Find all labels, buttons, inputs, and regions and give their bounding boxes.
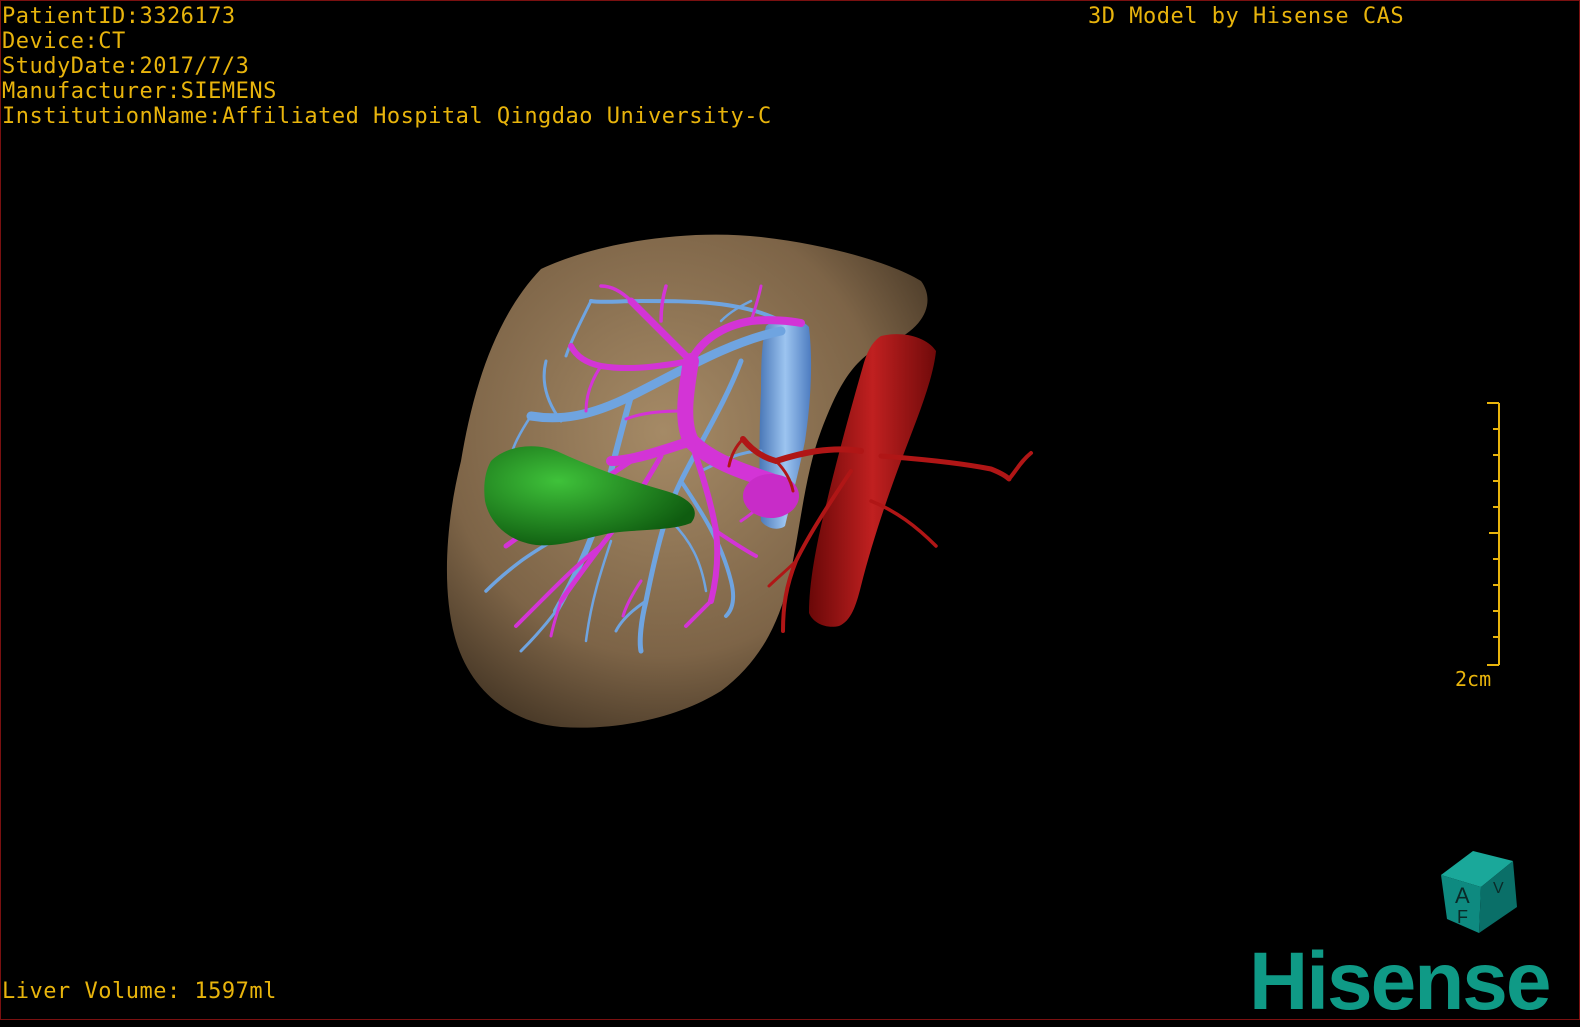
liver-volume-text: Liver Volume: 1597ml — [2, 979, 277, 1004]
orientation-cube-icon[interactable]: A F V — [1431, 841, 1531, 941]
scale-bar — [1487, 402, 1500, 666]
cube-face-label: F — [1457, 907, 1468, 927]
liver-3d-model[interactable] — [1, 1, 1579, 1019]
cube-face-label: A — [1455, 883, 1470, 908]
cube-face-label: V — [1493, 880, 1504, 897]
hisense-logo: Hisense — [1249, 936, 1552, 1027]
scale-bar-label: 2cm — [1455, 667, 1492, 691]
3d-viewport[interactable]: PatientID:3326173 Device:CT StudyDate:2017… — [0, 0, 1580, 1027]
